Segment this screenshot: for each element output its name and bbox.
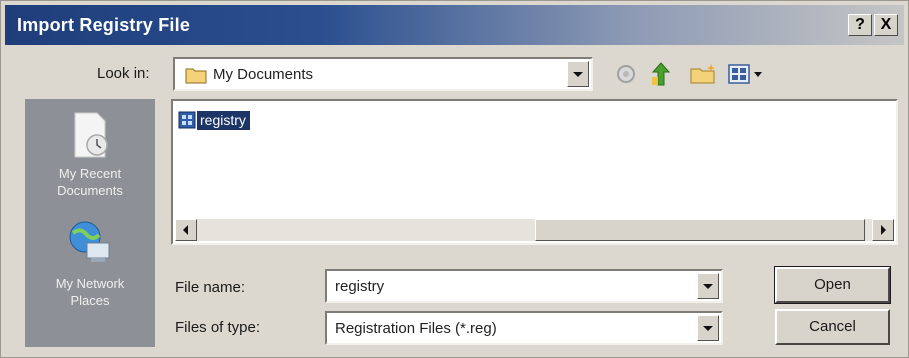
folder-icon — [185, 68, 207, 84]
horizontal-scrollbar[interactable] — [175, 219, 894, 241]
new-folder-icon[interactable] — [689, 63, 717, 85]
title-bar[interactable]: Import Registry File ? X — [5, 5, 904, 45]
file-type-label: Files of type: — [175, 319, 261, 336]
places-bar: My Recent Documents My Network Places — [25, 99, 155, 347]
cancel-button[interactable]: Cancel — [775, 309, 890, 345]
file-type-dropdown-button[interactable] — [697, 315, 719, 341]
back-icon[interactable] — [615, 63, 637, 85]
recent-documents-icon — [74, 112, 108, 158]
scroll-right-button[interactable] — [872, 219, 894, 241]
arrow-left-icon — [183, 225, 188, 235]
views-menu-icon[interactable] — [727, 63, 769, 85]
look-in-label: Look in: — [97, 65, 150, 82]
window-title: Import Registry File — [17, 15, 191, 35]
places-recent-label: My Recent Documents — [57, 166, 123, 198]
file-list[interactable]: registry — [171, 99, 898, 245]
import-registry-dialog: Import Registry File ? X Look in: My Doc… — [0, 0, 909, 358]
file-name-value: registry — [335, 278, 385, 295]
file-name-dropdown-button[interactable] — [697, 273, 719, 299]
registry-file-icon — [178, 111, 196, 129]
file-name-label: registry — [197, 110, 250, 130]
file-name-input[interactable]: registry — [325, 269, 723, 303]
up-folder-icon[interactable] — [649, 61, 673, 87]
scrollbar-thumb[interactable] — [535, 219, 865, 241]
close-button[interactable]: X — [874, 14, 898, 36]
network-places-icon — [69, 221, 110, 262]
places-network-label: My Network Places — [55, 276, 125, 308]
file-name-field-label: File name: — [175, 279, 246, 296]
look-in-value: My Documents — [213, 66, 314, 83]
file-type-value: Registration Files (*.reg) — [335, 320, 497, 337]
list-item[interactable]: registry — [177, 109, 250, 131]
places-network-places[interactable]: My Network Places — [25, 215, 155, 335]
places-recent-documents[interactable]: My Recent Documents — [25, 99, 155, 209]
arrow-right-icon — [881, 225, 886, 235]
help-button[interactable]: ? — [848, 14, 872, 36]
look-in-dropdown-button[interactable] — [567, 61, 589, 87]
look-in-combo[interactable]: My Documents — [173, 57, 593, 91]
open-button[interactable]: Open — [774, 266, 891, 304]
scroll-left-button[interactable] — [175, 219, 197, 241]
file-type-select[interactable]: Registration Files (*.reg) — [325, 311, 723, 345]
